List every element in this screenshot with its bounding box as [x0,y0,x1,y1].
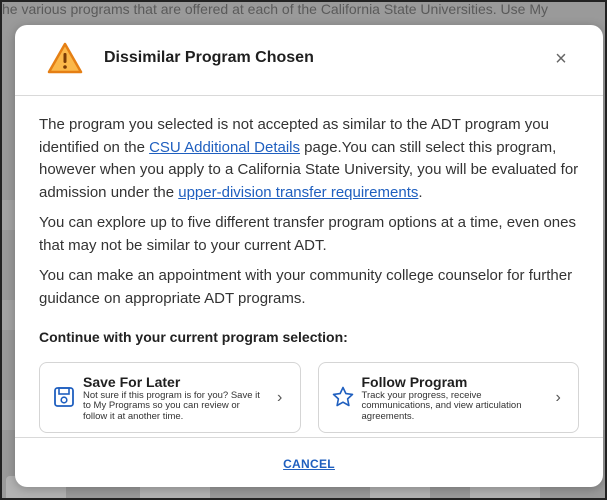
card-description: Not sure if this program is for you? Sav… [83,389,260,422]
action-cards: Save For Later Not sure if this program … [39,361,579,433]
background-text: he various programs that are offered at … [2,1,549,17]
upper-division-requirements-link[interactable]: upper-division transfer requirements [178,184,418,201]
modal-header: Dissimilar Program Chosen × [15,25,603,96]
section-label: Continue with your current program selec… [39,329,348,345]
chevron-right-icon: › [555,388,561,406]
save-for-later-card[interactable]: Save For Later Not sure if this program … [39,361,301,433]
csu-additional-details-link[interactable]: CSU Additional Details [149,139,300,156]
dissimilar-program-modal: Dissimilar Program Chosen × The program … [15,25,603,487]
modal-footer: CANCEL [15,437,603,487]
paragraph-explore: You can explore up to five different tra… [39,214,576,254]
paragraph-text: . [418,183,423,201]
cancel-button[interactable]: CANCEL [283,457,335,471]
paragraph-explanation: The program you selected is not accepted… [39,114,579,204]
modal-body: The program you selected is not accepted… [15,96,603,433]
close-button[interactable]: × [549,47,573,71]
star-icon [332,386,353,406]
card-description: Track your progress, receive communicati… [361,389,522,422]
warning-icon [47,42,83,74]
follow-program-card[interactable]: Follow Program Track your progress, rece… [317,361,579,433]
modal-title: Dissimilar Program Chosen [104,49,314,66]
save-icon [54,386,74,407]
chevron-right-icon: › [277,388,283,406]
paragraph-appointment: You can make an appointment with your co… [39,267,573,307]
